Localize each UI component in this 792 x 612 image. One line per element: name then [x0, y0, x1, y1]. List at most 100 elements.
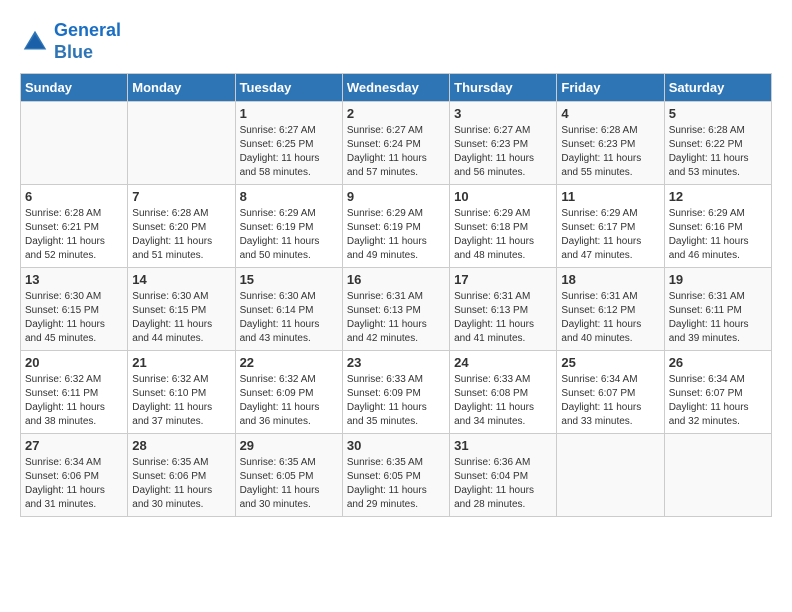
day-number: 28	[132, 438, 230, 453]
day-info: Sunrise: 6:32 AM Sunset: 6:10 PM Dayligh…	[132, 373, 230, 429]
day-info: Sunrise: 6:35 AM Sunset: 6:06 PM Dayligh…	[132, 456, 230, 512]
logo-text: General Blue	[54, 20, 121, 63]
header-cell-thursday: Thursday	[450, 74, 557, 102]
day-cell: 5Sunrise: 6:28 AM Sunset: 6:22 PM Daylig…	[664, 102, 771, 185]
header-row: SundayMondayTuesdayWednesdayThursdayFrid…	[21, 74, 772, 102]
day-number: 8	[240, 189, 338, 204]
week-row-3: 13 Sunrise: 6:30 AM Sunset: 6:15 PM Dayli…	[21, 268, 772, 351]
day-info: Sunrise: 6:31 AM Sunset: 6:11 PM Dayligh…	[669, 290, 767, 346]
day-number: 15	[240, 272, 338, 287]
day-cell: 7 Sunrise: 6:28 AM Sunset: 6:20 PM Daylig…	[128, 185, 235, 268]
day-info: Sunrise: 6:32 AM Sunset: 6:09 PM Dayligh…	[240, 373, 338, 429]
day-cell: 26Sunrise: 6:34 AM Sunset: 6:07 PM Dayli…	[664, 351, 771, 434]
day-number: 2	[347, 106, 445, 121]
header-cell-saturday: Saturday	[664, 74, 771, 102]
day-cell: 8 Sunrise: 6:29 AM Sunset: 6:19 PM Daylig…	[235, 185, 342, 268]
day-number: 11	[561, 189, 659, 204]
calendar-header: SundayMondayTuesdayWednesdayThursdayFrid…	[21, 74, 772, 102]
day-cell: 2 Sunrise: 6:27 AM Sunset: 6:24 PM Daylig…	[342, 102, 449, 185]
day-info: Sunrise: 6:33 AM Sunset: 6:09 PM Dayligh…	[347, 373, 445, 429]
day-cell: 10Sunrise: 6:29 AM Sunset: 6:18 PM Dayli…	[450, 185, 557, 268]
day-info: Sunrise: 6:27 AM Sunset: 6:24 PM Dayligh…	[347, 124, 445, 180]
day-info: Sunrise: 6:34 AM Sunset: 6:06 PM Dayligh…	[25, 456, 123, 512]
day-cell	[21, 102, 128, 185]
day-info: Sunrise: 6:32 AM Sunset: 6:11 PM Dayligh…	[25, 373, 123, 429]
calendar-body: 1Sunrise: 6:27 AM Sunset: 6:25 PM Daylig…	[21, 102, 772, 517]
day-info: Sunrise: 6:27 AM Sunset: 6:23 PM Dayligh…	[454, 124, 552, 180]
day-number: 30	[347, 438, 445, 453]
day-number: 16	[347, 272, 445, 287]
day-cell: 13Sunrise: 6:30 AM Sunset: 6:15 PM Dayli…	[21, 268, 128, 351]
day-cell: 27Sunrise: 6:34 AM Sunset: 6:06 PM Dayli…	[21, 434, 128, 517]
calendar-table: SundayMondayTuesdayWednesdayThursdayFrid…	[20, 73, 772, 517]
day-cell: 15 Sunrise: 6:30 AM Sunset: 6:14 PM Dayli…	[235, 268, 342, 351]
day-info: Sunrise: 6:35 AM Sunset: 6:05 PM Dayligh…	[240, 456, 338, 512]
day-cell: 25 Sunrise: 6:34 AM Sunset: 6:07 PM Dayli…	[557, 351, 664, 434]
day-cell: 11 Sunrise: 6:29 AM Sunset: 6:17 PM Dayli…	[557, 185, 664, 268]
header-cell-monday: Monday	[128, 74, 235, 102]
day-number: 24	[454, 355, 552, 370]
day-number: 31	[454, 438, 552, 453]
day-cell: 23 Sunrise: 6:33 AM Sunset: 6:09 PM Dayli…	[342, 351, 449, 434]
day-info: Sunrise: 6:33 AM Sunset: 6:08 PM Dayligh…	[454, 373, 552, 429]
day-number: 13	[25, 272, 123, 287]
day-number: 20	[25, 355, 123, 370]
day-info: Sunrise: 6:30 AM Sunset: 6:14 PM Dayligh…	[240, 290, 338, 346]
day-cell: 16 Sunrise: 6:31 AM Sunset: 6:13 PM Dayli…	[342, 268, 449, 351]
day-info: Sunrise: 6:29 AM Sunset: 6:17 PM Dayligh…	[561, 207, 659, 263]
day-cell: 3 Sunrise: 6:27 AM Sunset: 6:23 PM Daylig…	[450, 102, 557, 185]
day-number: 6	[25, 189, 123, 204]
day-cell: 24 Sunrise: 6:33 AM Sunset: 6:08 PM Dayli…	[450, 351, 557, 434]
day-number: 17	[454, 272, 552, 287]
day-info: Sunrise: 6:28 AM Sunset: 6:21 PM Dayligh…	[25, 207, 123, 263]
week-row-1: 1Sunrise: 6:27 AM Sunset: 6:25 PM Daylig…	[21, 102, 772, 185]
day-info: Sunrise: 6:27 AM Sunset: 6:25 PM Dayligh…	[240, 124, 338, 180]
week-row-2: 6 Sunrise: 6:28 AM Sunset: 6:21 PM Daylig…	[21, 185, 772, 268]
day-number: 25	[561, 355, 659, 370]
logo-icon	[20, 27, 50, 57]
day-number: 23	[347, 355, 445, 370]
day-cell: 31Sunrise: 6:36 AM Sunset: 6:04 PM Dayli…	[450, 434, 557, 517]
day-cell: 20 Sunrise: 6:32 AM Sunset: 6:11 PM Dayli…	[21, 351, 128, 434]
day-info: Sunrise: 6:34 AM Sunset: 6:07 PM Dayligh…	[561, 373, 659, 429]
day-cell: 4 Sunrise: 6:28 AM Sunset: 6:23 PM Daylig…	[557, 102, 664, 185]
day-cell: 22 Sunrise: 6:32 AM Sunset: 6:09 PM Dayli…	[235, 351, 342, 434]
day-info: Sunrise: 6:34 AM Sunset: 6:07 PM Dayligh…	[669, 373, 767, 429]
day-info: Sunrise: 6:29 AM Sunset: 6:19 PM Dayligh…	[240, 207, 338, 263]
day-number: 22	[240, 355, 338, 370]
week-row-4: 20 Sunrise: 6:32 AM Sunset: 6:11 PM Dayli…	[21, 351, 772, 434]
day-info: Sunrise: 6:28 AM Sunset: 6:23 PM Dayligh…	[561, 124, 659, 180]
day-info: Sunrise: 6:31 AM Sunset: 6:12 PM Dayligh…	[561, 290, 659, 346]
day-info: Sunrise: 6:35 AM Sunset: 6:05 PM Dayligh…	[347, 456, 445, 512]
day-cell: 1Sunrise: 6:27 AM Sunset: 6:25 PM Daylig…	[235, 102, 342, 185]
day-info: Sunrise: 6:29 AM Sunset: 6:18 PM Dayligh…	[454, 207, 552, 263]
day-number: 29	[240, 438, 338, 453]
day-cell: 6 Sunrise: 6:28 AM Sunset: 6:21 PM Daylig…	[21, 185, 128, 268]
day-number: 3	[454, 106, 552, 121]
day-cell: 29 Sunrise: 6:35 AM Sunset: 6:05 PM Dayli…	[235, 434, 342, 517]
day-info: Sunrise: 6:31 AM Sunset: 6:13 PM Dayligh…	[347, 290, 445, 346]
day-cell: 9Sunrise: 6:29 AM Sunset: 6:19 PM Daylig…	[342, 185, 449, 268]
day-cell	[664, 434, 771, 517]
day-number: 7	[132, 189, 230, 204]
day-cell: 19Sunrise: 6:31 AM Sunset: 6:11 PM Dayli…	[664, 268, 771, 351]
day-cell: 12 Sunrise: 6:29 AM Sunset: 6:16 PM Dayli…	[664, 185, 771, 268]
week-row-5: 27Sunrise: 6:34 AM Sunset: 6:06 PM Dayli…	[21, 434, 772, 517]
day-info: Sunrise: 6:29 AM Sunset: 6:19 PM Dayligh…	[347, 207, 445, 263]
day-cell: 21 Sunrise: 6:32 AM Sunset: 6:10 PM Dayli…	[128, 351, 235, 434]
header-cell-tuesday: Tuesday	[235, 74, 342, 102]
day-info: Sunrise: 6:30 AM Sunset: 6:15 PM Dayligh…	[132, 290, 230, 346]
day-cell	[557, 434, 664, 517]
day-number: 18	[561, 272, 659, 287]
day-cell: 18 Sunrise: 6:31 AM Sunset: 6:12 PM Dayli…	[557, 268, 664, 351]
day-info: Sunrise: 6:29 AM Sunset: 6:16 PM Dayligh…	[669, 207, 767, 263]
day-cell: 30 Sunrise: 6:35 AM Sunset: 6:05 PM Dayli…	[342, 434, 449, 517]
day-number: 4	[561, 106, 659, 121]
day-info: Sunrise: 6:31 AM Sunset: 6:13 PM Dayligh…	[454, 290, 552, 346]
day-cell: 28 Sunrise: 6:35 AM Sunset: 6:06 PM Dayli…	[128, 434, 235, 517]
logo: General Blue	[20, 20, 121, 63]
day-number: 21	[132, 355, 230, 370]
day-info: Sunrise: 6:28 AM Sunset: 6:20 PM Dayligh…	[132, 207, 230, 263]
day-number: 12	[669, 189, 767, 204]
page-header: General Blue	[20, 20, 772, 63]
